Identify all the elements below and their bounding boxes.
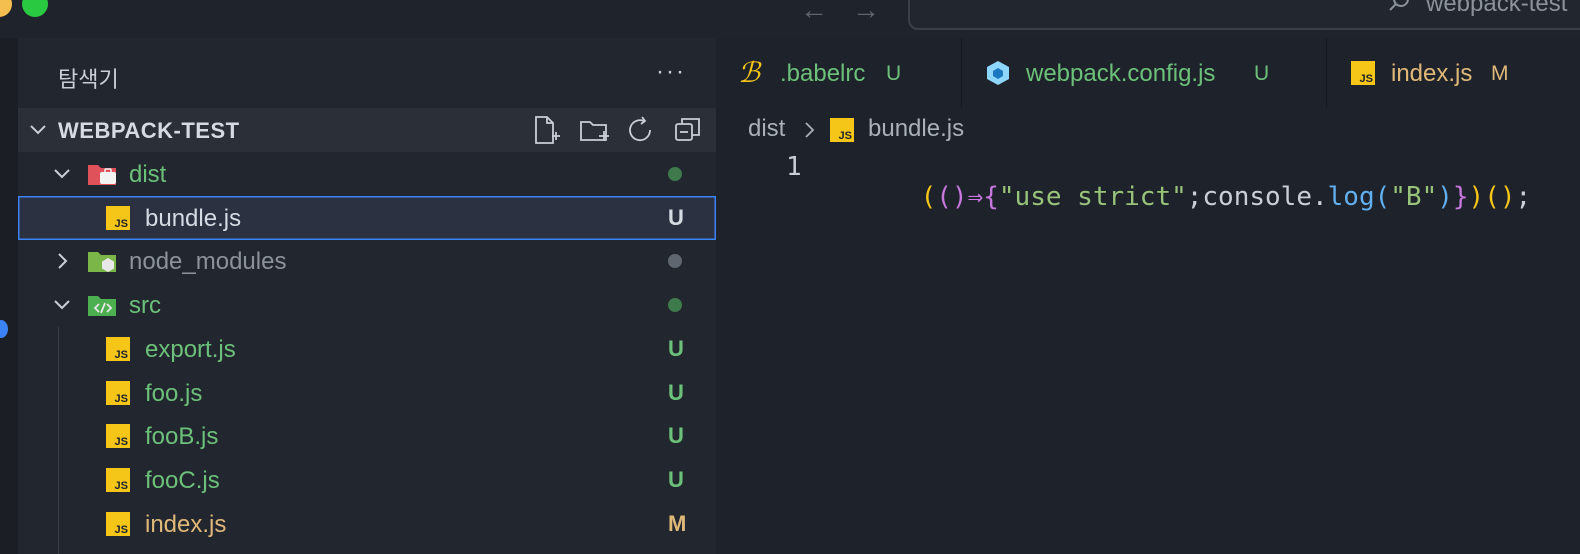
chevron-down-icon: [54, 169, 70, 179]
tree-item-label: dist: [129, 161, 167, 188]
babel-icon: ℬ: [738, 58, 761, 89]
command-center-text: webpack-test: [1426, 0, 1568, 17]
tree-file-foob-js[interactable]: JS fooB.js U: [18, 414, 716, 458]
project-section-header[interactable]: WEBPACK-TEST: [18, 108, 716, 152]
title-bar: ← → webpack-test: [0, 0, 1580, 38]
tab-babelrc[interactable]: ℬ .babelrc U: [716, 38, 962, 108]
explorer-sidebar: 탐색기 ··· WEBPACK-TEST dist JS bundle.js U…: [18, 38, 716, 554]
git-status-badge: M: [668, 511, 687, 536]
forward-arrow-icon[interactable]: →: [852, 0, 880, 26]
git-status-badge: U: [668, 380, 684, 405]
tree-item-label: export.js: [145, 336, 236, 363]
tab-status: U: [886, 62, 902, 85]
editor-tab-bar: ℬ .babelrc U webpack.config.js U JS inde…: [716, 38, 1580, 108]
tab-label: index.js: [1391, 60, 1473, 87]
tree-folder-dist[interactable]: dist: [18, 152, 716, 196]
collapse-all-icon[interactable]: [672, 114, 704, 146]
tab-status: M: [1491, 62, 1509, 85]
js-file-icon: JS: [106, 381, 130, 405]
breadcrumb-file[interactable]: bundle.js: [868, 115, 964, 143]
line-number: 1: [786, 152, 802, 182]
node-folder-icon: [88, 252, 116, 272]
tree-item-label: foo.js: [145, 380, 203, 407]
code-editor[interactable]: 1 (()⇒{"use strict";console.log("B")})()…: [716, 148, 1580, 554]
activity-indicator: [0, 320, 8, 338]
explorer-title: 탐색기: [58, 67, 119, 92]
chevron-right-icon: [58, 253, 68, 269]
tab-status: U: [1254, 62, 1270, 85]
new-file-icon[interactable]: [530, 114, 562, 146]
tree-item-label: src: [129, 292, 161, 319]
git-status-badge: U: [668, 205, 684, 230]
code-line[interactable]: (()⇒{"use strict";console.log("B")})();: [858, 152, 1532, 242]
search-icon: [1389, 0, 1409, 11]
status-dot: [668, 254, 682, 268]
webpack-icon: [987, 61, 1009, 85]
refresh-icon[interactable]: [624, 114, 656, 146]
new-folder-icon[interactable]: [578, 114, 610, 146]
tab-webpack-config[interactable]: webpack.config.js U: [962, 38, 1327, 108]
status-dot: [668, 298, 682, 312]
src-folder-icon: [88, 296, 116, 316]
more-actions-icon[interactable]: ···: [656, 58, 686, 86]
tree-item-label: index.js: [145, 511, 227, 538]
project-title: WEBPACK-TEST: [58, 118, 240, 143]
tree-item-label: fooB.js: [145, 423, 219, 450]
tree-file-bundle-js[interactable]: JS bundle.js U: [18, 196, 716, 240]
tab-label: webpack.config.js: [1026, 60, 1216, 87]
tree-folder-src[interactable]: src: [18, 283, 716, 327]
status-dot: [668, 167, 682, 181]
git-status-badge: U: [668, 423, 684, 448]
tree-file-export-js[interactable]: JS export.js U: [18, 327, 716, 371]
tree-item-label: fooC.js: [145, 467, 220, 494]
tree-folder-node-modules[interactable]: node_modules: [18, 239, 716, 283]
js-file-icon: JS: [106, 424, 130, 448]
js-icon: JS: [830, 118, 854, 142]
chevron-down-icon: [54, 300, 70, 310]
tree-file-foo-js[interactable]: JS foo.js U: [18, 371, 716, 415]
tree-file-index-js[interactable]: JS index.js M: [18, 502, 716, 546]
js-file-icon: JS: [106, 337, 130, 361]
maximize-window-button[interactable]: [22, 0, 48, 17]
back-arrow-icon[interactable]: ←: [800, 0, 828, 26]
tab-label: .babelrc: [780, 60, 866, 87]
tab-index-js[interactable]: JS index.js M: [1327, 38, 1580, 108]
git-status-badge: U: [668, 467, 684, 492]
git-status-badge: U: [668, 336, 684, 361]
js-file-icon: JS: [106, 468, 130, 492]
tree-item-label: node_modules: [129, 248, 287, 275]
dist-folder-icon: [88, 165, 116, 185]
tree-file-fooc-js[interactable]: JS fooC.js U: [18, 458, 716, 502]
js-file-icon: JS: [106, 512, 130, 536]
breadcrumb-folder[interactable]: dist: [748, 115, 785, 143]
tree-item-label: bundle.js: [145, 205, 242, 232]
js-icon: JS: [1351, 61, 1375, 85]
js-file-icon: JS: [106, 206, 130, 230]
chevron-down-icon: [30, 125, 46, 135]
chevron-right-icon: [805, 122, 815, 138]
minimize-window-button[interactable]: [0, 0, 12, 17]
activity-bar: [0, 38, 18, 554]
